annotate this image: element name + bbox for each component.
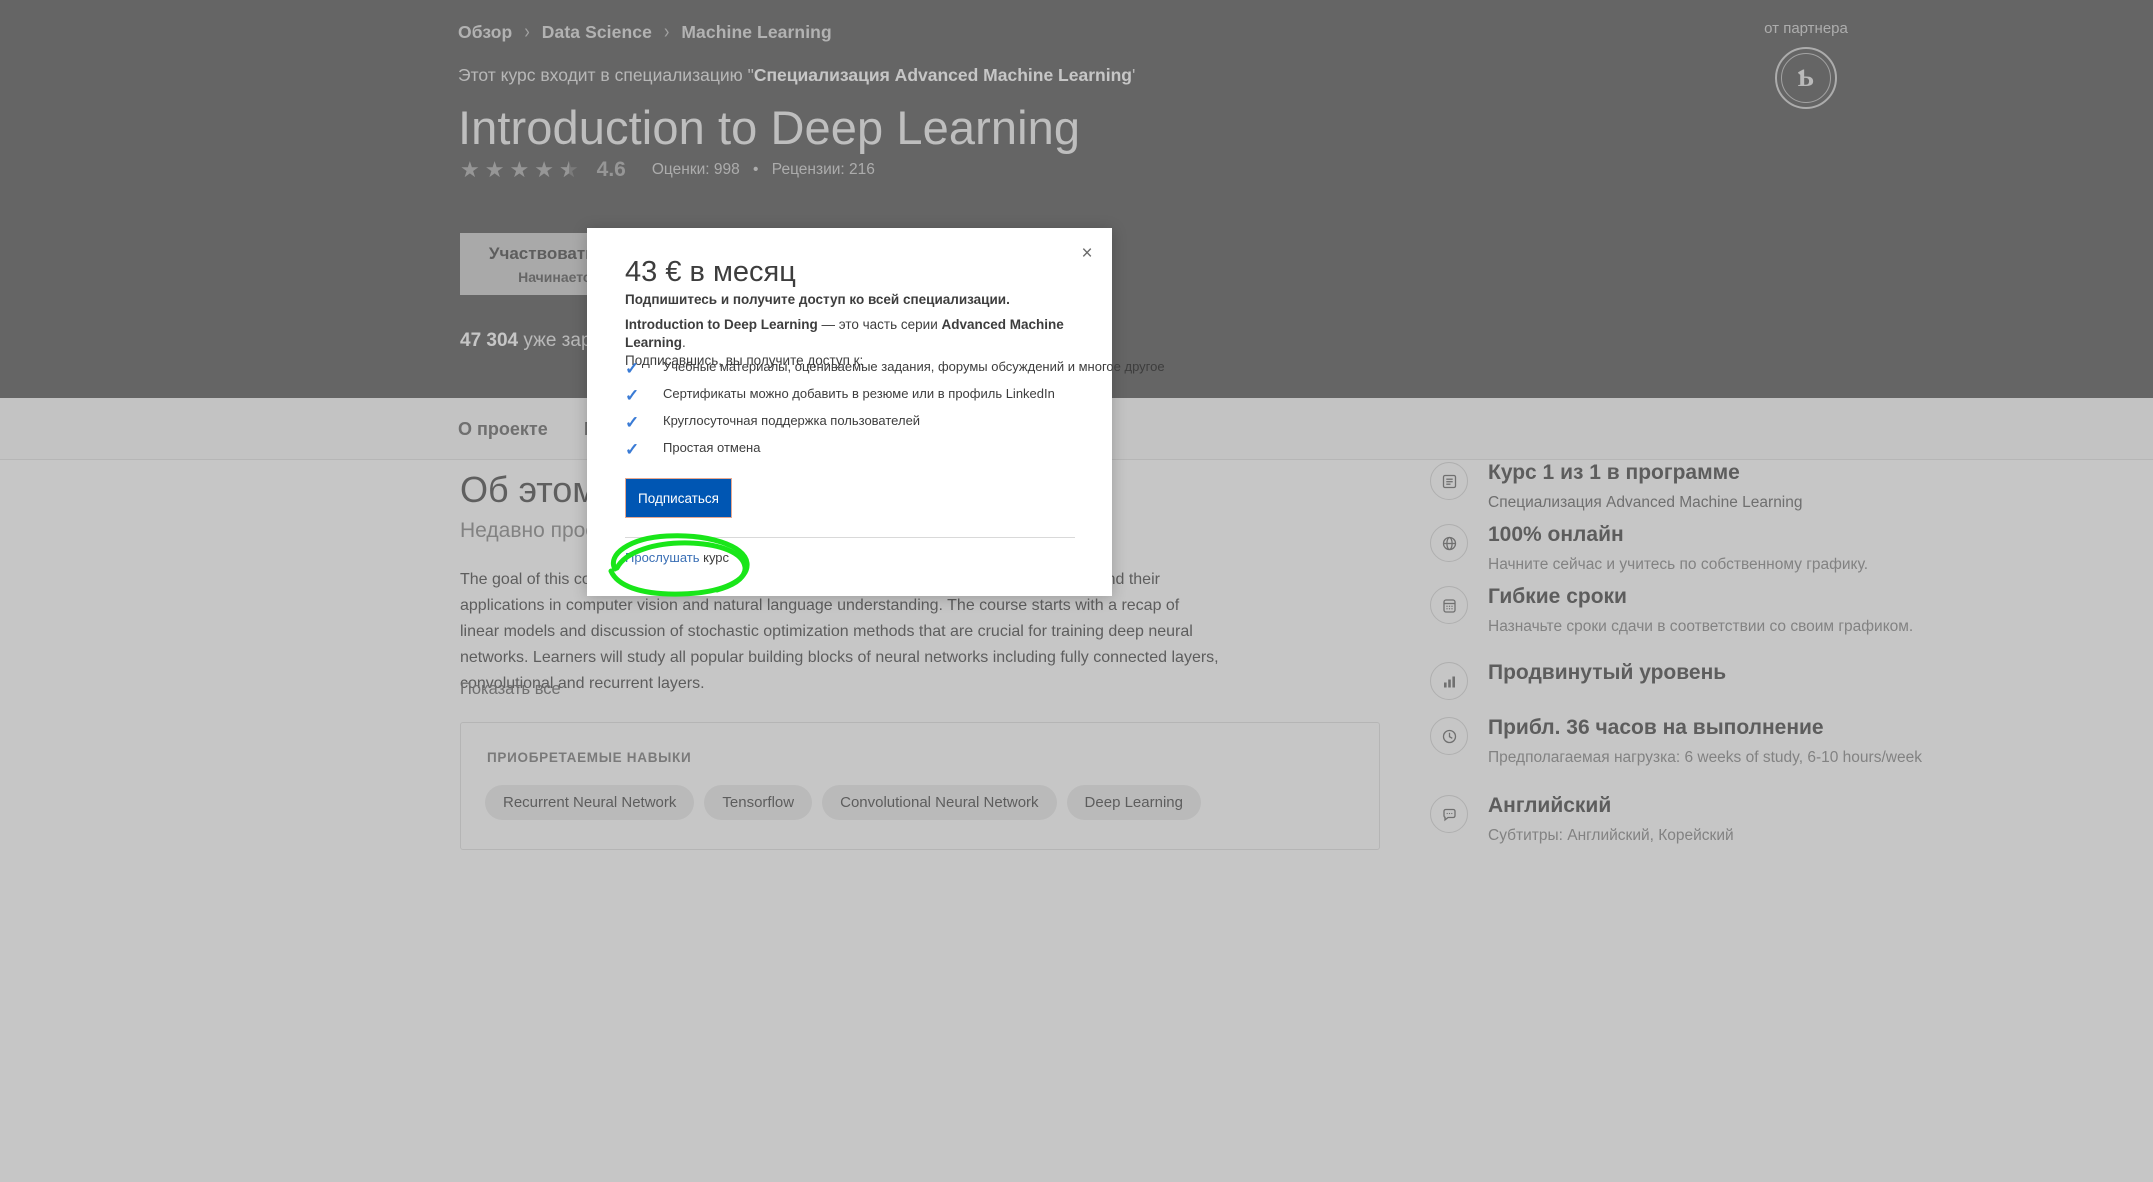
- modal-price: 43 € в месяц: [625, 256, 796, 289]
- benefit-text: Учебные материалы, оцениваемые задания, …: [663, 359, 1165, 375]
- subscribe-button[interactable]: Подписаться: [625, 478, 732, 518]
- check-icon: ✓: [625, 413, 663, 431]
- modal-divider: [625, 537, 1075, 538]
- benefit-text: Простая отмена: [663, 440, 760, 456]
- page-root: Обзор › Data Science › Machine Learning …: [0, 0, 2153, 1182]
- list-item: ✓ Простая отмена: [625, 440, 1085, 467]
- audit-course-rest: курс: [700, 550, 730, 565]
- list-item: ✓ Сертификаты можно добавить в резюме ил…: [625, 386, 1085, 413]
- subscription-modal: × 43 € в месяц Подпишитесь и получите до…: [587, 228, 1112, 596]
- list-item: ✓ Круглосуточная поддержка пользователей: [625, 413, 1085, 440]
- modal-desc-mid: — это часть серии: [818, 317, 942, 332]
- audit-course-row: Прослушать курс: [625, 550, 729, 565]
- close-icon[interactable]: ×: [1074, 240, 1100, 266]
- list-item: ✓ Учебные материалы, оцениваемые задания…: [625, 359, 1085, 386]
- modal-desc-end: .: [682, 335, 686, 350]
- benefit-text: Круглосуточная поддержка пользователей: [663, 413, 920, 429]
- check-icon: ✓: [625, 440, 663, 458]
- audit-course-link[interactable]: Прослушать: [625, 550, 700, 565]
- modal-course-name: Introduction to Deep Learning: [625, 317, 818, 332]
- benefits-list: ✓ Учебные материалы, оцениваемые задания…: [625, 359, 1085, 467]
- benefit-text: Сертификаты можно добавить в резюме или …: [663, 386, 1055, 402]
- check-icon: ✓: [625, 359, 663, 377]
- modal-lead-text: Подпишитесь и получите доступ ко всей сп…: [625, 292, 1010, 307]
- check-icon: ✓: [625, 386, 663, 404]
